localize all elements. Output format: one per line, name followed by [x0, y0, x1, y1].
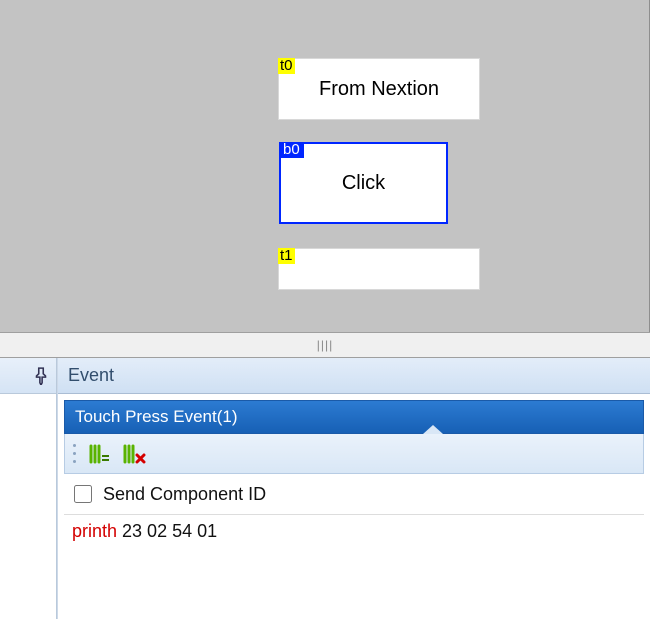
triangle-indicator-icon: [423, 425, 443, 434]
event-section-label: Touch Press Event(1): [75, 407, 238, 427]
toolbar-grip-icon[interactable]: [73, 442, 78, 466]
left-gutter-header: [0, 358, 56, 394]
event-code-editor[interactable]: printh 23 02 54 01: [64, 514, 644, 548]
bottom-region: Event Touch Press Event(1): [0, 358, 650, 619]
left-gutter-body: [0, 394, 56, 619]
component-tag: b0: [279, 142, 304, 158]
component-text: From Nextion: [279, 59, 479, 119]
canvas-component-t0[interactable]: t0 From Nextion: [278, 58, 480, 120]
code-check-icon[interactable]: [88, 442, 112, 466]
design-canvas[interactable]: t0 From Nextion b0 Click t1: [0, 0, 650, 332]
left-sidebar-gutter: [0, 358, 57, 619]
canvas-component-t1[interactable]: t1: [278, 248, 480, 290]
send-component-id-row[interactable]: Send Component ID: [70, 482, 638, 506]
horizontal-splitter[interactable]: ||||: [0, 332, 650, 358]
pin-icon[interactable]: [32, 367, 50, 385]
code-delete-icon[interactable]: [122, 442, 146, 466]
splitter-grip-icon: ||||: [317, 338, 333, 352]
component-text: [279, 249, 479, 289]
code-keyword: printh: [72, 521, 117, 541]
event-panel: Event Touch Press Event(1): [57, 358, 650, 619]
component-tag: t1: [278, 248, 295, 264]
event-panel-title: Event: [68, 365, 114, 386]
event-panel-header[interactable]: Event: [58, 358, 650, 394]
code-args: 23 02 54 01: [117, 521, 217, 541]
event-section-header[interactable]: Touch Press Event(1): [64, 400, 644, 434]
send-component-id-checkbox[interactable]: [74, 485, 92, 503]
component-tag: t0: [278, 58, 295, 74]
event-toolbar: [64, 434, 644, 474]
canvas-component-b0-selected[interactable]: b0 Click: [279, 142, 448, 224]
component-text: Click: [281, 144, 446, 222]
send-component-id-label: Send Component ID: [103, 484, 266, 505]
